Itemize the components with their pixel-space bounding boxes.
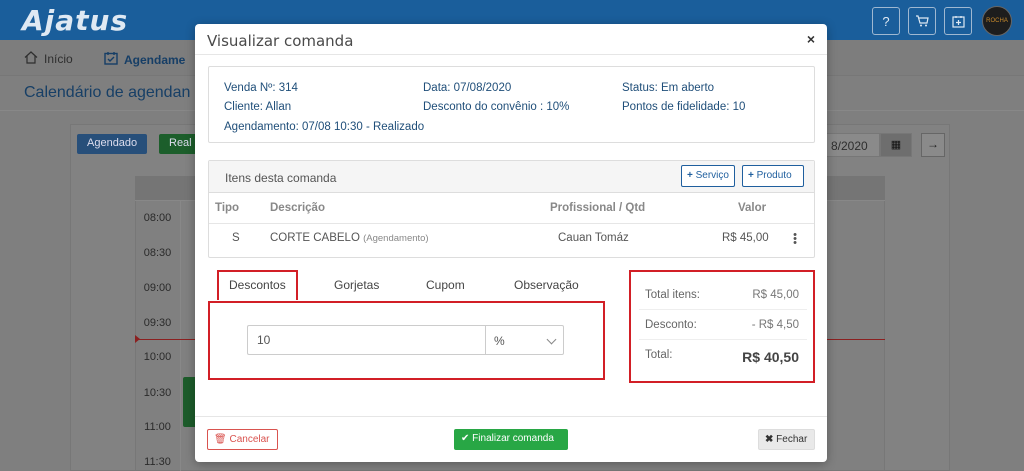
tab-cupom[interactable]: Cupom bbox=[426, 278, 465, 292]
legend-realizado[interactable]: Real bbox=[159, 134, 199, 154]
tab-gorjetas[interactable]: Gorjetas bbox=[334, 278, 379, 292]
finish-label: Finalizar comanda bbox=[472, 433, 554, 444]
time-slot-label: 10:00 bbox=[143, 351, 172, 363]
item-descricao: CORTE CABELO (Agendamento) bbox=[270, 232, 429, 244]
tab-observacao[interactable]: Observação bbox=[514, 278, 579, 292]
add-service-label: Serviço bbox=[695, 170, 729, 181]
loyalty-points: Pontos de fidelidade: 10 bbox=[622, 101, 746, 113]
items-header: Itens desta comanda + Serviço + Produto bbox=[209, 161, 814, 193]
legend-agendado[interactable]: Agendado bbox=[77, 134, 148, 154]
item-descricao-text: CORTE CABELO bbox=[270, 232, 360, 244]
modal-title: Visualizar comanda bbox=[207, 32, 354, 50]
cancel-button[interactable]: 🗑 Cancelar bbox=[207, 429, 278, 450]
page-title: Calendário de agendan bbox=[24, 84, 191, 101]
item-tipo: S bbox=[232, 232, 240, 244]
time-slot-label: 11:00 bbox=[144, 421, 171, 433]
close-icon: ✖ bbox=[765, 434, 774, 445]
time-slot-label: 08:00 bbox=[143, 212, 172, 224]
grand-total-label: Total: bbox=[645, 349, 673, 361]
time-slot-label: 10:30 bbox=[143, 387, 172, 399]
discount-value: - R$ 4,50 bbox=[751, 319, 799, 331]
tab-bar: Descontos Gorjetas Cupom Observação bbox=[208, 270, 608, 300]
time-slot-label: 09:30 bbox=[143, 317, 172, 329]
cart-icon[interactable] bbox=[908, 7, 936, 35]
client-name: Cliente: Allan bbox=[224, 101, 292, 113]
nav-item-home[interactable]: Início bbox=[24, 51, 73, 67]
add-product-label: Produto bbox=[756, 170, 792, 181]
arrow-right-icon[interactable]: → bbox=[921, 133, 945, 157]
calendar-add-icon[interactable] bbox=[944, 7, 972, 35]
divider bbox=[639, 339, 807, 340]
divider bbox=[209, 223, 814, 224]
modal-header: Visualizar comanda × bbox=[195, 24, 827, 55]
item-profissional: Cauan Tomáz bbox=[558, 232, 629, 244]
item-valor: R$ 45,00 bbox=[722, 232, 769, 244]
user-avatar[interactable]: ROCHA bbox=[982, 6, 1012, 36]
total-items-label: Total itens: bbox=[645, 289, 700, 301]
divider bbox=[195, 416, 827, 417]
add-product-button[interactable]: + Produto bbox=[742, 165, 804, 187]
divider bbox=[180, 200, 181, 471]
column-header-profissional: Profissional / Qtd bbox=[550, 202, 646, 214]
header-actions: ? ROCHA bbox=[872, 6, 1012, 36]
nav-item-agenda[interactable]: Agendame bbox=[104, 51, 185, 68]
plus-icon: + bbox=[687, 170, 693, 181]
add-service-button[interactable]: + Serviço bbox=[681, 165, 735, 187]
appointment-info: Agendamento: 07/08 10:30 - Realizado bbox=[224, 121, 425, 133]
comanda-modal: Visualizar comanda × Venda Nº: 314 Data:… bbox=[195, 24, 827, 462]
chevron-down-icon bbox=[546, 334, 557, 345]
nav-item-agenda-label: Agendame bbox=[124, 52, 186, 67]
column-header-tipo: Tipo bbox=[215, 202, 240, 214]
close-label: Fechar bbox=[776, 434, 808, 445]
grand-total-value: R$ 40,50 bbox=[742, 349, 799, 365]
discount-label: Desconto: bbox=[645, 319, 697, 331]
grid-view-icon[interactable]: ▦ bbox=[880, 133, 912, 157]
finish-order-button[interactable]: ✔ Finalizar comanda bbox=[454, 429, 568, 450]
date-display[interactable]: 8/2020 bbox=[826, 133, 880, 157]
help-icon[interactable]: ? bbox=[872, 7, 900, 35]
items-box: Itens desta comanda + Serviço + Produto … bbox=[208, 160, 815, 258]
plus-icon: + bbox=[748, 170, 754, 181]
cancel-label: Cancelar bbox=[229, 434, 270, 445]
column-header-valor: Valor bbox=[738, 202, 767, 214]
total-items-value: R$ 45,00 bbox=[752, 289, 799, 301]
close-button[interactable]: ✖ Fechar bbox=[758, 429, 815, 450]
app-logo: Ajatus bbox=[22, 4, 129, 37]
sale-status: Status: Em aberto bbox=[622, 82, 715, 94]
more-options-icon[interactable]: • • • bbox=[792, 230, 798, 249]
totals-box: Total itens: R$ 45,00 Desconto: - R$ 4,5… bbox=[629, 270, 815, 383]
items-title: Itens desta comanda bbox=[225, 171, 337, 185]
discount-unit-value: % bbox=[494, 334, 505, 348]
time-slot-label: 11:30 bbox=[144, 456, 171, 468]
check-icon: ✔ bbox=[461, 433, 470, 444]
calendar-check-icon bbox=[104, 51, 118, 68]
item-origem: (Agendamento) bbox=[363, 233, 429, 244]
sale-info-box: Venda Nº: 314 Data: 07/08/2020 Status: E… bbox=[208, 66, 815, 143]
agreement-discount: Desconto do convênio : 10% bbox=[423, 101, 570, 113]
time-slot-label: 09:00 bbox=[143, 282, 172, 294]
sale-number: Venda Nº: 314 bbox=[224, 82, 298, 94]
trash-icon: 🗑 bbox=[214, 434, 227, 445]
sale-date: Data: 07/08/2020 bbox=[423, 82, 512, 94]
discount-value-input[interactable] bbox=[247, 325, 485, 355]
time-slot-label: 08:30 bbox=[143, 247, 172, 259]
home-icon bbox=[24, 51, 38, 67]
column-header-descricao: Descrição bbox=[270, 202, 325, 214]
divider bbox=[639, 309, 807, 310]
close-icon[interactable]: × bbox=[807, 31, 815, 47]
nav-item-home-label: Início bbox=[44, 52, 73, 66]
discount-unit-select[interactable]: % bbox=[485, 325, 564, 355]
tab-descontos[interactable]: Descontos bbox=[217, 270, 298, 300]
